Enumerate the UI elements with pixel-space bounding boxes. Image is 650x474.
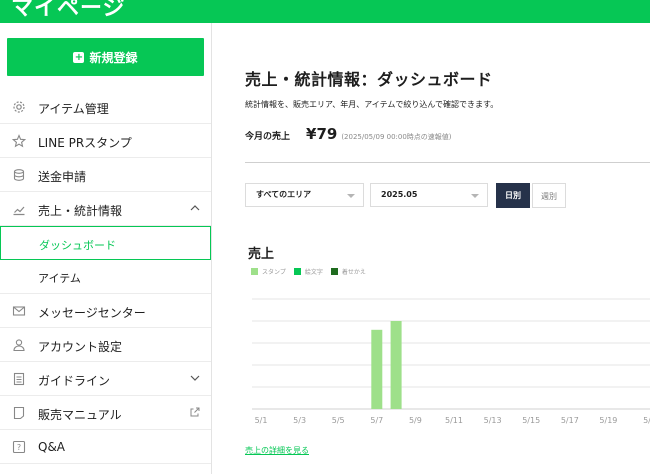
database-icon bbox=[12, 168, 26, 182]
external-link-icon bbox=[189, 406, 201, 418]
sidebar-item-label: LINE PRスタンプ bbox=[38, 136, 132, 150]
month-select[interactable]: 2025.05 bbox=[370, 183, 488, 207]
legend-item[interactable]: 着せかえ bbox=[330, 267, 366, 276]
page-description: 統計情報を、販売エリア、年月、アイテムで絞り込んで確認できます。 bbox=[245, 100, 499, 109]
mail-icon bbox=[12, 304, 26, 318]
gear-icon bbox=[12, 100, 26, 114]
sales-detail-link[interactable]: 売上の詳細を見る bbox=[245, 445, 309, 456]
legend-label: 着せかえ bbox=[341, 269, 366, 276]
chart-icon bbox=[12, 202, 26, 216]
legend-item[interactable]: スタンプ bbox=[251, 267, 286, 276]
chevron-down-icon bbox=[471, 194, 479, 198]
chart-title: 売上 bbox=[248, 247, 275, 262]
legend-swatch bbox=[330, 268, 338, 275]
sidebar-item[interactable]: アイテム管理 bbox=[0, 90, 211, 124]
sidebar: + 新規登録 アイテム管理 LINE PRスタンプ 送金申請売上・統計情報 ダッシュボ… bbox=[0, 23, 212, 474]
divider bbox=[245, 162, 650, 163]
month-select-value: 2025.05 bbox=[381, 190, 418, 199]
plus-icon: + bbox=[73, 51, 85, 63]
sidebar-item-label: ダッシュボード bbox=[39, 239, 116, 252]
x-tick-label: 5/1 bbox=[255, 416, 268, 425]
sidebar-item-label: ガイドライン bbox=[38, 374, 111, 388]
x-tick-label: 5/19 bbox=[599, 416, 617, 425]
legend-label: 絵文字 bbox=[304, 269, 323, 276]
x-tick-label: 5/13 bbox=[484, 416, 502, 425]
toggle-daily[interactable]: 日別 bbox=[496, 183, 530, 208]
chart-legend: スタンプ 絵文字 着せかえ bbox=[251, 267, 366, 276]
sidebar-item-label: アイテム管理 bbox=[38, 102, 109, 116]
sidebar-item-label: Q&A bbox=[38, 440, 66, 454]
month-sales-label: 今月の売上 bbox=[245, 132, 291, 142]
sidebar-item[interactable]: メッセージセンター bbox=[0, 294, 211, 328]
header-bar: マイページ bbox=[0, 0, 650, 23]
question-icon: ? bbox=[12, 440, 26, 454]
chevron-up-icon bbox=[189, 202, 201, 214]
sidebar-item[interactable]: ガイドライン bbox=[0, 362, 211, 396]
x-tick-label: 5/11 bbox=[445, 416, 463, 425]
legend-label: スタンプ bbox=[262, 269, 286, 276]
sidebar-item-label: 売上・統計情報 bbox=[38, 204, 123, 218]
month-sales-row: 今月の売上 ¥79 (2025/05/09 00:00時点の速報値) bbox=[245, 125, 452, 145]
sales-chart: 5/1 5/3 5/5 5/7 5/9 5/11 5/13 5/15 5/17 5/19 5/ bbox=[252, 298, 650, 425]
legend-swatch bbox=[293, 268, 301, 275]
toggle-weekly[interactable]: 週別 bbox=[532, 183, 566, 208]
chart-bar[interactable] bbox=[371, 329, 383, 409]
new-registration-label: 新規登録 bbox=[89, 50, 138, 65]
sidebar-item-label: アイテム bbox=[38, 272, 81, 285]
legend-swatch bbox=[251, 268, 258, 275]
document-icon bbox=[12, 372, 26, 386]
x-tick-label: 5/17 bbox=[561, 416, 579, 425]
page-title: 売上・統計情報：ダッシュボード bbox=[245, 70, 493, 89]
x-tick-label: 5/9 bbox=[409, 416, 422, 425]
x-tick-label: 5/3 bbox=[293, 416, 306, 425]
sidebar-item[interactable]: 送金申請 bbox=[0, 158, 211, 192]
sidebar-item[interactable]: ダッシュボード bbox=[0, 226, 211, 260]
sidebar-item-label: メッセージセンター bbox=[38, 306, 146, 320]
sidebar-item-label: 販売マニュアル bbox=[38, 408, 122, 422]
sidebar-item[interactable]: ? Q&A bbox=[0, 430, 211, 464]
chevron-down-icon bbox=[347, 194, 355, 198]
main-content: 売上・統計情報：ダッシュボード 統計情報を、販売エリア、年月、アイテムで絞り込ん… bbox=[245, 23, 650, 474]
area-select[interactable]: すべてのエリア bbox=[245, 183, 364, 207]
month-sales-note: (2025/05/09 00:00時点の速報値) bbox=[341, 133, 452, 141]
x-tick-label: 5/ bbox=[643, 416, 650, 425]
sidebar-nav: アイテム管理 LINE PRスタンプ 送金申請売上・統計情報 ダッシュボード アイテムメ… bbox=[0, 90, 211, 464]
sidebar-item[interactable]: 売上・統計情報 bbox=[0, 192, 211, 226]
x-tick-label: 5/15 bbox=[522, 416, 540, 425]
sidebar-item-label: アカウント設定 bbox=[38, 340, 123, 354]
star-icon bbox=[11, 134, 27, 148]
book-icon bbox=[12, 406, 26, 420]
svg-text:?: ? bbox=[17, 443, 21, 452]
x-tick-label: 5/5 bbox=[332, 416, 345, 425]
sidebar-item[interactable]: LINE PRスタンプ bbox=[0, 124, 211, 158]
legend-item[interactable]: 絵文字 bbox=[293, 267, 323, 276]
sidebar-item[interactable]: 販売マニュアル bbox=[0, 396, 211, 430]
sidebar-item[interactable]: アイテム bbox=[0, 260, 211, 294]
sidebar-item-label: 送金申請 bbox=[38, 170, 87, 184]
sidebar-item[interactable]: アカウント設定 bbox=[0, 328, 211, 362]
user-icon bbox=[12, 338, 26, 352]
x-tick-label: 5/7 bbox=[370, 416, 383, 425]
month-sales-amount: ¥79 bbox=[306, 125, 338, 143]
page-header-title: マイページ bbox=[11, 0, 126, 21]
new-registration-button[interactable]: + 新規登録 bbox=[7, 38, 204, 76]
area-select-value: すべてのエリア bbox=[256, 190, 312, 199]
chart-bar[interactable] bbox=[390, 321, 402, 409]
chevron-down-icon bbox=[189, 372, 201, 384]
